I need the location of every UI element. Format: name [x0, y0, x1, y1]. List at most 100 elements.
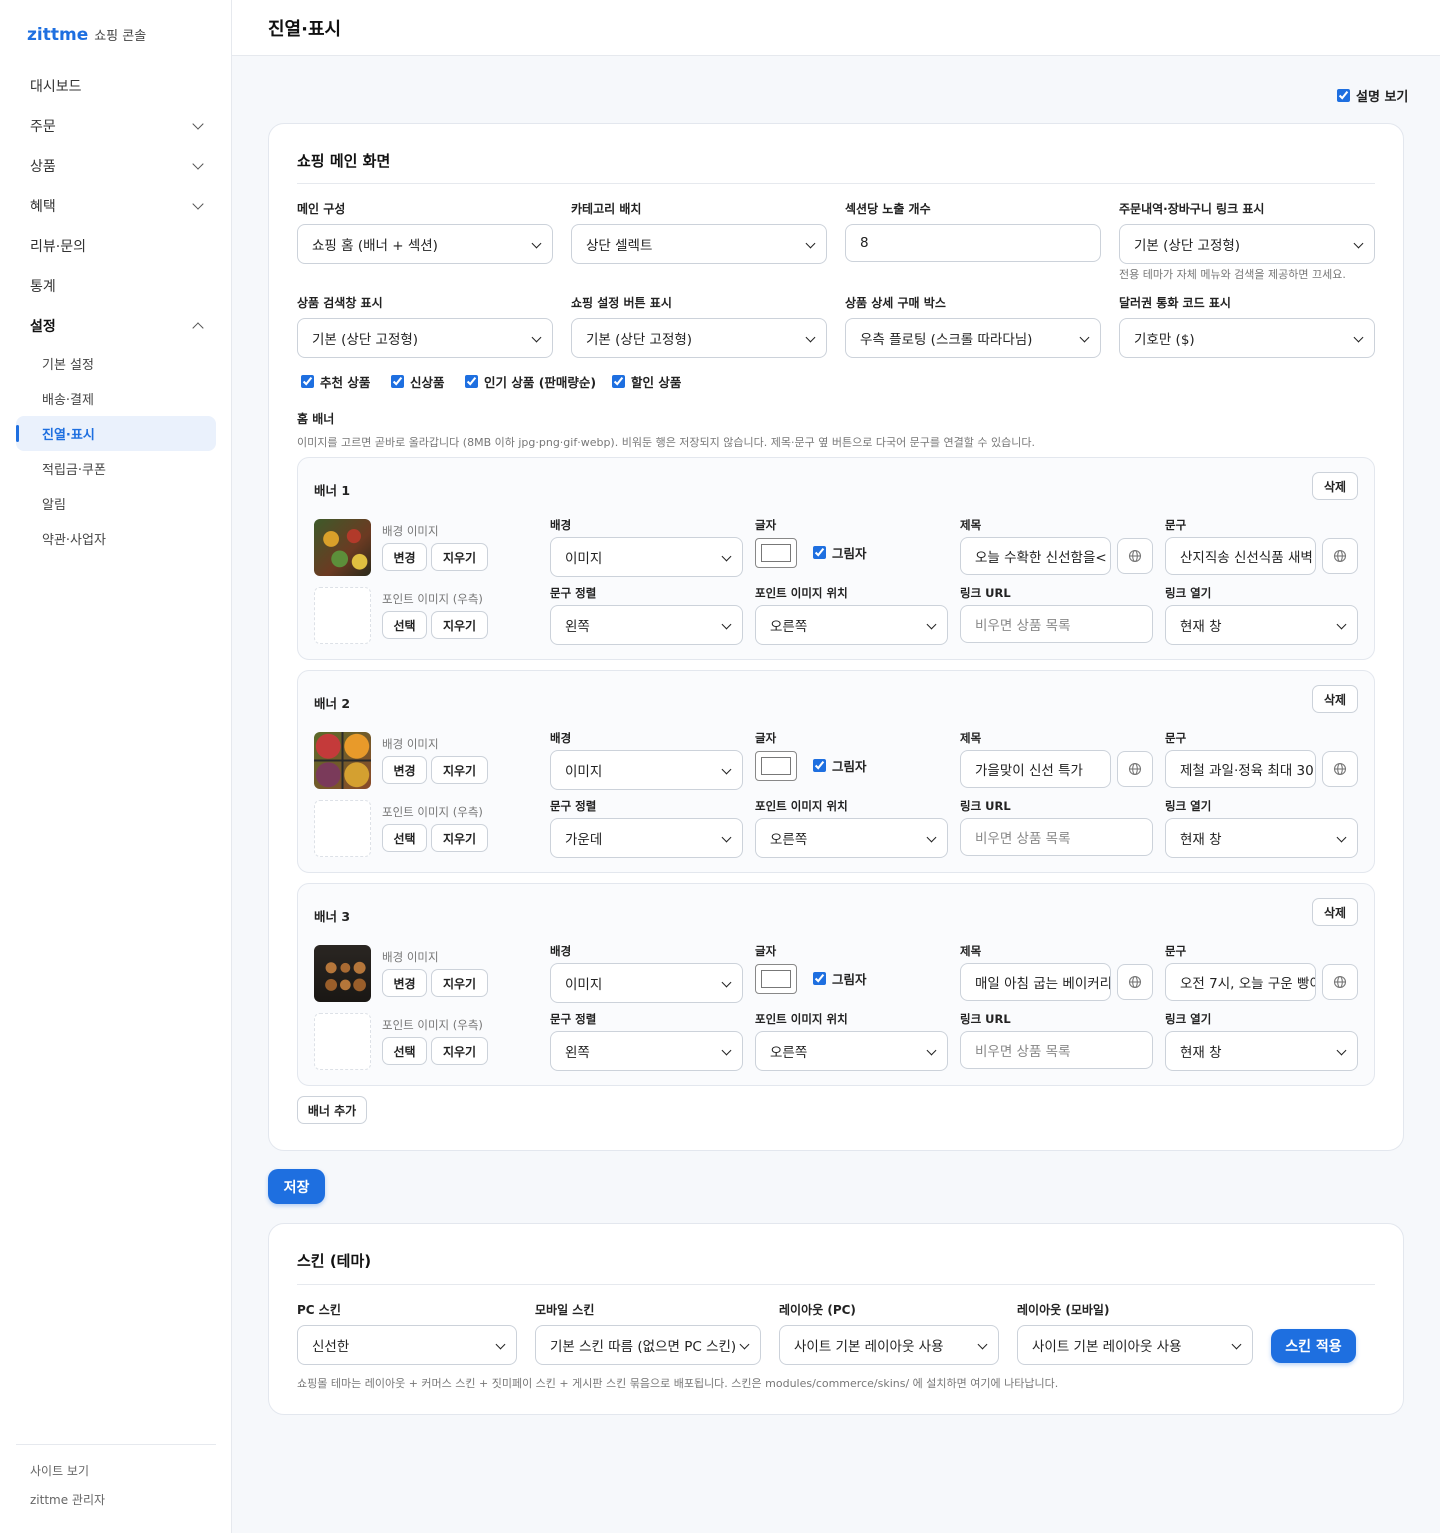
layout-pc-label: 레이아웃 (PC)	[779, 1303, 856, 1317]
section-checkbox[interactable]	[465, 375, 478, 388]
sidebar-item-settings[interactable]: 설정	[16, 306, 216, 346]
title-i18n-button[interactable]	[1117, 538, 1153, 574]
background-select[interactable]: 이미지	[550, 537, 743, 577]
change-bg-button[interactable]: 변경	[382, 969, 427, 997]
main-layout-select[interactable]: 쇼핑 홈 (배너 + 섹션)	[297, 224, 553, 264]
sidebar-item-dashboard[interactable]: 대시보드	[16, 66, 216, 106]
align-select[interactable]: 왼쪽	[550, 605, 743, 645]
select-point-button[interactable]: 선택	[382, 1037, 427, 1065]
banner-copy-input[interactable]: 오전 7시, 오늘 구운 빵이	[1165, 963, 1316, 1001]
sidebar-subitem-display[interactable]: 진열·표시	[16, 416, 216, 451]
copy-i18n-button[interactable]	[1322, 538, 1358, 574]
background-select[interactable]: 이미지	[550, 750, 743, 790]
order-cart-link-select[interactable]: 기본 (상단 고정형)	[1119, 224, 1375, 264]
sidebar-item-stats[interactable]: 통계	[16, 266, 216, 306]
section-recommended[interactable]: 추천 상품	[301, 372, 370, 391]
link-open-select[interactable]: 현재 창	[1165, 605, 1358, 645]
apply-skin-button[interactable]: 스킨 적용	[1271, 1329, 1356, 1363]
site-view-link[interactable]: 사이트 보기	[16, 1457, 216, 1486]
category-layout-select[interactable]: 상단 셀렉트	[571, 224, 827, 264]
point-pos-select[interactable]: 오른쪽	[755, 818, 948, 858]
add-banner-button[interactable]: 배너 추가	[297, 1096, 367, 1124]
sidebar-subitem-basic[interactable]: 기본 설정	[16, 346, 216, 381]
save-button[interactable]: 저장	[268, 1169, 325, 1204]
change-bg-button[interactable]: 변경	[382, 756, 427, 784]
shadow-checkbox[interactable]	[813, 759, 826, 772]
per-section-input[interactable]: 8	[845, 224, 1101, 262]
point-image-label: 포인트 이미지 (우측)	[382, 592, 483, 606]
link-url-input[interactable]: 비우면 상품 목록	[960, 605, 1153, 643]
point-pos-select[interactable]: 오른쪽	[755, 1031, 948, 1071]
sidebar-item-orders[interactable]: 주문	[16, 106, 216, 146]
section-checkbox[interactable]	[612, 375, 625, 388]
clear-point-button[interactable]: 지우기	[431, 824, 488, 852]
clear-point-button[interactable]: 지우기	[431, 611, 488, 639]
align-select[interactable]: 가운데	[550, 818, 743, 858]
layout-pc-select[interactable]: 사이트 기본 레이아웃 사용	[779, 1325, 999, 1365]
shadow-checkbox[interactable]	[813, 972, 826, 985]
sidebar-item-label: 혜택	[30, 199, 56, 215]
sidebar-subitem-terms[interactable]: 약관·사업자	[16, 521, 216, 556]
banner-copy-input[interactable]: 산지직송 신선식품 새벽	[1165, 537, 1316, 575]
align-select[interactable]: 왼쪽	[550, 1031, 743, 1071]
change-bg-button[interactable]: 변경	[382, 543, 427, 571]
sidebar-subitem-points[interactable]: 적립금·쿠폰	[16, 451, 216, 486]
settings-button-select[interactable]: 기본 (상단 고정형)	[571, 318, 827, 358]
home-banner-label: 홈 배너	[297, 412, 335, 426]
shadow-toggle[interactable]: 그림자	[813, 543, 867, 562]
shadow-toggle[interactable]: 그림자	[813, 969, 867, 988]
text-color-picker[interactable]	[755, 964, 797, 994]
section-checkbox[interactable]	[301, 375, 314, 388]
background-select[interactable]: 이미지	[550, 963, 743, 1003]
buy-box-select[interactable]: 우측 플로팅 (스크롤 따라다님)	[845, 318, 1101, 358]
copy-i18n-button[interactable]	[1322, 751, 1358, 787]
link-open-select[interactable]: 현재 창	[1165, 1031, 1358, 1071]
link-open-select[interactable]: 현재 창	[1165, 818, 1358, 858]
section-new[interactable]: 신상품	[391, 372, 445, 391]
section-checkbox[interactable]	[391, 375, 404, 388]
shadow-toggle[interactable]: 그림자	[813, 756, 867, 775]
layout-mobile-select[interactable]: 사이트 기본 레이아웃 사용	[1017, 1325, 1253, 1365]
sidebar-subitem-shipping[interactable]: 배송·결제	[16, 381, 216, 416]
section-sale[interactable]: 할인 상품	[612, 372, 681, 391]
help-checkbox[interactable]	[1337, 89, 1350, 102]
currency-code-select[interactable]: 기호만 ($)	[1119, 318, 1375, 358]
sidebar-subitem-notify[interactable]: 알림	[16, 486, 216, 521]
shadow-checkbox[interactable]	[813, 546, 826, 559]
select-point-button[interactable]: 선택	[382, 611, 427, 639]
clear-bg-button[interactable]: 지우기	[431, 756, 488, 784]
admin-link[interactable]: zittme 관리자	[16, 1486, 216, 1515]
sidebar-item-benefits[interactable]: 혜택	[16, 186, 216, 226]
search-box-select[interactable]: 기본 (상단 고정형)	[297, 318, 553, 358]
clear-bg-button[interactable]: 지우기	[431, 543, 488, 571]
sidebar-item-reviews[interactable]: 리뷰·문의	[16, 226, 216, 266]
background-label: 배경	[550, 944, 572, 958]
section-popular[interactable]: 인기 상품 (판매량순)	[465, 372, 596, 391]
title-i18n-button[interactable]	[1117, 964, 1153, 1000]
copy-i18n-button[interactable]	[1322, 964, 1358, 1000]
text-color-picker[interactable]	[755, 538, 797, 568]
pc-skin-select[interactable]: 신선한	[297, 1325, 517, 1365]
sidebar-item-products[interactable]: 상품	[16, 146, 216, 186]
banner-title-input[interactable]: 매일 아침 굽는 베이커리	[960, 963, 1111, 1001]
title-i18n-button[interactable]	[1117, 751, 1153, 787]
brand-logo[interactable]: zittme 쇼핑 콘솔	[27, 25, 146, 45]
banner-copy-input[interactable]: 제철 과일·정육 최대 30	[1165, 750, 1316, 788]
banner-title-input[interactable]: 가을맞이 신선 특가	[960, 750, 1111, 788]
link-url-input[interactable]: 비우면 상품 목록	[960, 818, 1153, 856]
help-toggle[interactable]: 설명 보기	[1337, 86, 1408, 105]
link-open-label: 링크 열기	[1165, 586, 1212, 600]
clear-point-button[interactable]: 지우기	[431, 1037, 488, 1065]
select-point-button[interactable]: 선택	[382, 824, 427, 852]
delete-banner-button[interactable]: 삭제	[1312, 472, 1358, 500]
banner-title-input[interactable]: 오늘 수확한 신선함을<	[960, 537, 1111, 575]
bg-image-label: 배경 이미지	[382, 524, 439, 538]
delete-banner-button[interactable]: 삭제	[1312, 685, 1358, 713]
mobile-skin-select[interactable]: 기본 스킨 따름 (없으면 PC 스킨)	[535, 1325, 761, 1365]
field-label: 섹션당 노출 개수	[845, 202, 931, 216]
link-url-input[interactable]: 비우면 상품 목록	[960, 1031, 1153, 1069]
clear-bg-button[interactable]: 지우기	[431, 969, 488, 997]
delete-banner-button[interactable]: 삭제	[1312, 898, 1358, 926]
point-pos-select[interactable]: 오른쪽	[755, 605, 948, 645]
text-color-picker[interactable]	[755, 751, 797, 781]
